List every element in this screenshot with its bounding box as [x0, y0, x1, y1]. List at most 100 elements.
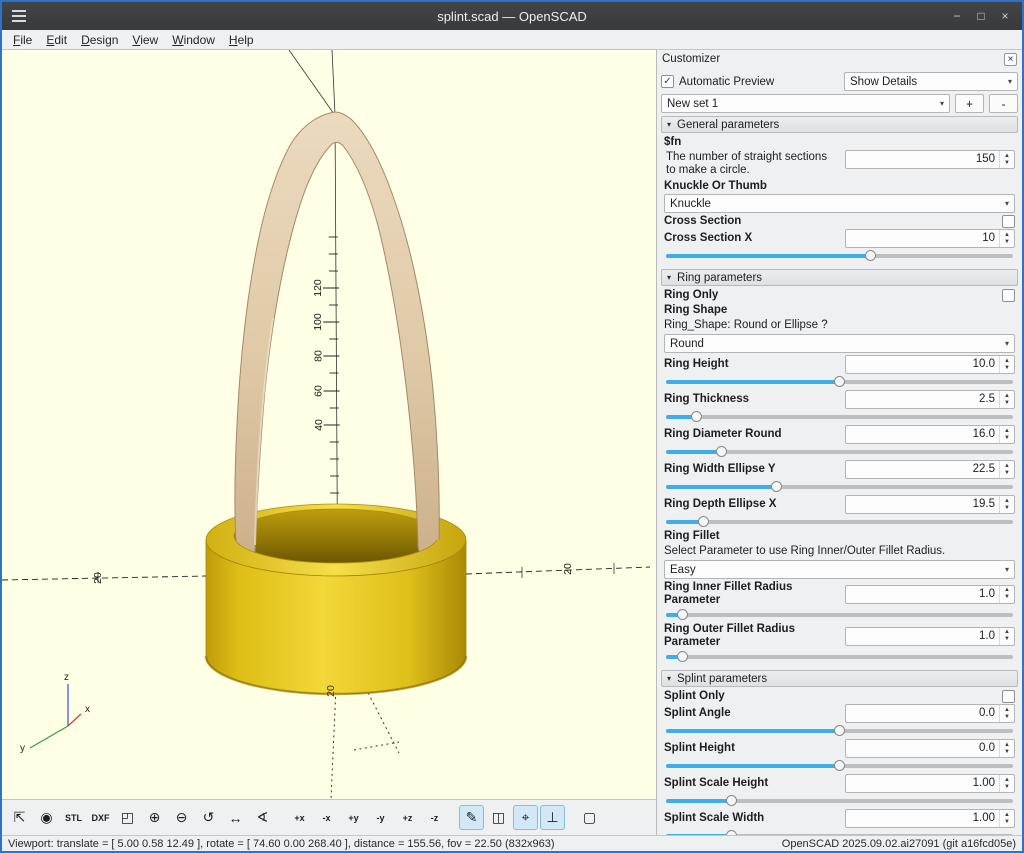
splint-only-checkbox[interactable]: [1002, 690, 1015, 703]
slider-handle[interactable]: [865, 250, 876, 261]
slider-handle[interactable]: [834, 725, 845, 736]
preset-add-button[interactable]: +: [955, 94, 984, 113]
measure-angle-icon[interactable]: ∢: [250, 805, 275, 830]
cross-section-x-slider[interactable]: [666, 249, 1013, 262]
menu-design[interactable]: Design: [74, 32, 125, 48]
export-stl-icon[interactable]: STL: [61, 805, 86, 830]
spin-up-icon[interactable]: ▲: [1000, 587, 1014, 594]
slider-handle[interactable]: [834, 760, 845, 771]
slider-handle[interactable]: [726, 830, 737, 835]
view-center-icon[interactable]: ◉: [34, 805, 59, 830]
ring-width-ellipse-y-input[interactable]: 22.5▲▼: [845, 460, 1015, 479]
ring-shape-dropdown[interactable]: Round▾: [664, 334, 1015, 353]
menu-edit[interactable]: Edit: [39, 32, 74, 48]
ring-depth-ellipse-x-slider[interactable]: [666, 515, 1013, 528]
splint-scale-width-slider[interactable]: [666, 829, 1013, 835]
ring-only-checkbox[interactable]: [1002, 289, 1015, 302]
measure-distance-icon[interactable]: ↔: [223, 805, 248, 830]
spin-up-icon[interactable]: ▲: [1000, 428, 1014, 435]
splint-height-slider[interactable]: [666, 759, 1013, 772]
view-left-icon[interactable]: -x: [314, 805, 339, 830]
slider-handle[interactable]: [698, 516, 709, 527]
spin-down-icon[interactable]: ▼: [1000, 505, 1014, 512]
spin-down-icon[interactable]: ▼: [1000, 594, 1014, 601]
splint-scale-width-input[interactable]: 1.00▲▼: [845, 809, 1015, 828]
orthogonal-view-icon[interactable]: ◫: [486, 805, 511, 830]
maximize-button[interactable]: □: [970, 6, 992, 26]
spin-up-icon[interactable]: ▲: [1000, 742, 1014, 749]
menu-window[interactable]: Window: [165, 32, 222, 48]
3d-viewport[interactable]: 120100806040 20 20 20: [2, 50, 656, 799]
spin-down-icon[interactable]: ▼: [1000, 749, 1014, 756]
spin-down-icon[interactable]: ▼: [1000, 714, 1014, 721]
automatic-preview-checkbox[interactable]: ✓: [661, 75, 674, 88]
ring-diameter-round-input[interactable]: 16.0▲▼: [845, 425, 1015, 444]
spin-up-icon[interactable]: ▲: [1000, 498, 1014, 505]
spin-down-icon[interactable]: ▼: [1000, 819, 1014, 826]
splint-angle-input[interactable]: 0.0▲▼: [845, 704, 1015, 723]
ring-inner-fillet-radius-parameter-input[interactable]: 1.0▲▼: [845, 585, 1015, 604]
knuckle-or-thumb-dropdown[interactable]: Knuckle▾: [664, 194, 1015, 213]
menu-file[interactable]: File: [6, 32, 39, 48]
zoom-in-icon[interactable]: ⊕: [142, 805, 167, 830]
menu-help[interactable]: Help: [222, 32, 261, 48]
show-axes-icon[interactable]: ⌖: [513, 805, 538, 830]
zoom-window-icon[interactable]: ◰: [115, 805, 140, 830]
spin-down-icon[interactable]: ▼: [1000, 239, 1014, 246]
spin-up-icon[interactable]: ▲: [1000, 393, 1014, 400]
view-back-icon[interactable]: -y: [368, 805, 393, 830]
cross-section-checkbox[interactable]: [1002, 215, 1015, 228]
spin-up-icon[interactable]: ▲: [1000, 629, 1014, 636]
ring-width-ellipse-y-slider[interactable]: [666, 480, 1013, 493]
show-crosshairs-icon[interactable]: ▢: [577, 805, 602, 830]
spin-up-icon[interactable]: ▲: [1000, 358, 1014, 365]
spin-down-icon[interactable]: ▼: [1000, 435, 1014, 442]
spin-up-icon[interactable]: ▲: [1000, 232, 1014, 239]
ring-height-slider[interactable]: [666, 375, 1013, 388]
menu-view[interactable]: View: [125, 32, 165, 48]
view-right-icon[interactable]: +x: [287, 805, 312, 830]
splint-scale-height-input[interactable]: 1.00▲▼: [845, 774, 1015, 793]
splint-scale-height-slider[interactable]: [666, 794, 1013, 807]
preset-remove-button[interactable]: -: [989, 94, 1018, 113]
section-header-ring-parameters[interactable]: ▾Ring parameters: [661, 269, 1018, 286]
edit-icon[interactable]: ✎: [459, 805, 484, 830]
ring-diameter-round-slider[interactable]: [666, 445, 1013, 458]
spin-up-icon[interactable]: ▲: [1000, 707, 1014, 714]
spin-down-icon[interactable]: ▼: [1000, 400, 1014, 407]
spin-up-icon[interactable]: ▲: [1000, 777, 1014, 784]
ring-depth-ellipse-x-input[interactable]: 19.5▲▼: [845, 495, 1015, 514]
reset-view-icon[interactable]: ↺: [196, 805, 221, 830]
preset-combobox[interactable]: New set 1 ▾: [661, 94, 950, 113]
fn-input[interactable]: 150▲▼: [845, 150, 1015, 169]
slider-handle[interactable]: [716, 446, 727, 457]
view-bottom-icon[interactable]: -z: [422, 805, 447, 830]
spin-up-icon[interactable]: ▲: [1000, 153, 1014, 160]
spin-down-icon[interactable]: ▼: [1000, 636, 1014, 643]
slider-handle[interactable]: [677, 609, 688, 620]
ring-height-input[interactable]: 10.0▲▼: [845, 355, 1015, 374]
zoom-all-icon[interactable]: ⇱: [7, 805, 32, 830]
splint-height-input[interactable]: 0.0▲▼: [845, 739, 1015, 758]
details-dropdown[interactable]: Show Details ▾: [844, 72, 1018, 91]
cross-section-x-input[interactable]: 10▲▼: [845, 229, 1015, 248]
ring-outer-fillet-radius-parameter-input[interactable]: 1.0▲▼: [845, 627, 1015, 646]
view-top-icon[interactable]: +z: [395, 805, 420, 830]
splint-angle-slider[interactable]: [666, 724, 1013, 737]
ring-thickness-input[interactable]: 2.5▲▼: [845, 390, 1015, 409]
spin-up-icon[interactable]: ▲: [1000, 463, 1014, 470]
view-front-icon[interactable]: +y: [341, 805, 366, 830]
section-header-splint-parameters[interactable]: ▾Splint parameters: [661, 670, 1018, 687]
slider-handle[interactable]: [834, 376, 845, 387]
show-scale-markers-icon[interactable]: ⊥: [540, 805, 565, 830]
spin-down-icon[interactable]: ▼: [1000, 160, 1014, 167]
zoom-out-icon[interactable]: ⊖: [169, 805, 194, 830]
spin-down-icon[interactable]: ▼: [1000, 784, 1014, 791]
ring-thickness-slider[interactable]: [666, 410, 1013, 423]
ring-outer-fillet-radius-parameter-slider[interactable]: [666, 650, 1013, 663]
slider-handle[interactable]: [677, 651, 688, 662]
close-button[interactable]: ×: [994, 6, 1016, 26]
spin-down-icon[interactable]: ▼: [1000, 470, 1014, 477]
export-dxf-icon[interactable]: DXF: [88, 805, 113, 830]
slider-handle[interactable]: [726, 795, 737, 806]
